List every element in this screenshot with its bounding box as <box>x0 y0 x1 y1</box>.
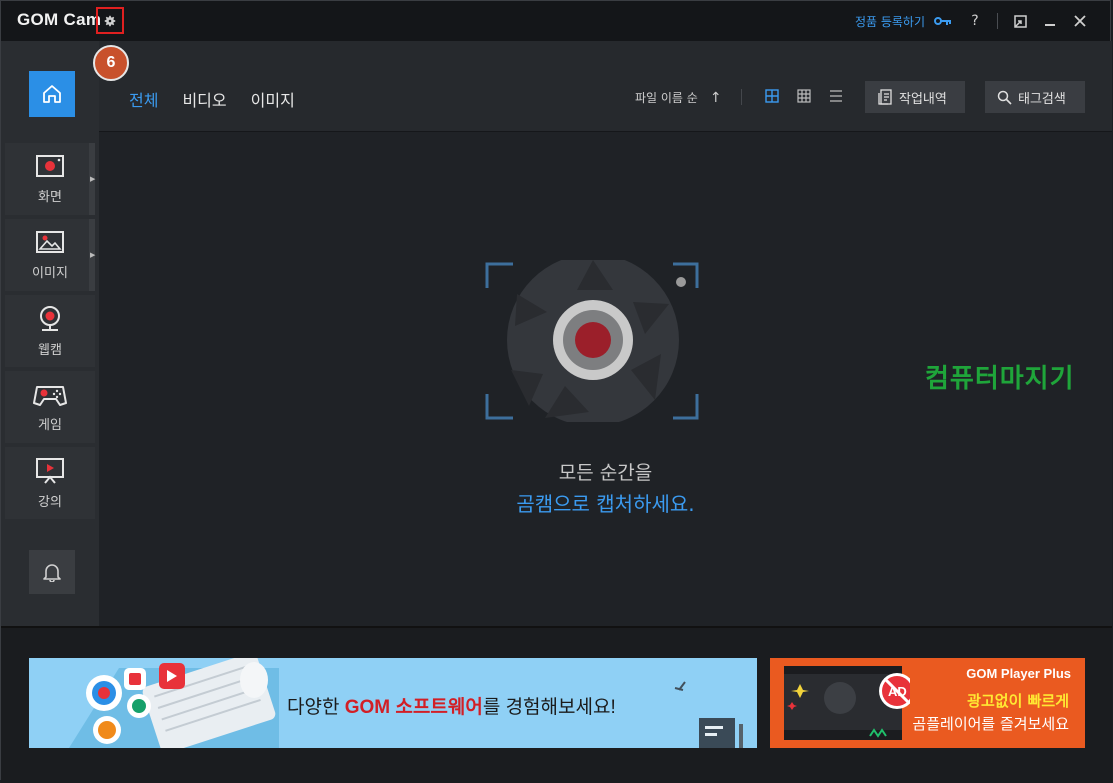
gom-software-banner[interactable]: 다양한 GOM 소프트웨어를 경험해보세요! <box>29 658 757 748</box>
tag-search-button[interactable]: 태그검색 <box>985 81 1085 113</box>
home-button[interactable] <box>29 71 75 117</box>
banner-text-highlight: GOM 소프트웨어 <box>344 697 483 718</box>
job-history-button[interactable]: 작업내역 <box>865 81 965 113</box>
gom-player-plus-brand: GOM Player Plus <box>966 666 1071 681</box>
sidebar-item-label: 이미지 <box>32 265 68 281</box>
camera-shutter-icon <box>485 260 699 422</box>
large-grid-icon <box>765 89 779 103</box>
notification-button[interactable] <box>29 550 75 594</box>
banner-text-suffix: 를 경험해보세요! <box>482 697 616 718</box>
gom-player-illustration: AD <box>784 666 910 740</box>
gear-icon <box>104 15 116 26</box>
header-divider <box>741 89 742 105</box>
list-view-button[interactable] <box>827 87 845 105</box>
notebook-illustration <box>674 681 743 748</box>
list-icon <box>830 90 842 102</box>
app-window: GOM Cam 정품 등록하기 ? 6 화면 ▶ 이미지 ▶ 웹캠 게임 강의 … <box>0 0 1112 783</box>
screen-record-icon <box>36 154 64 177</box>
gom-software-banner-text: 다양한 GOM 소프트웨어를 경험해보세요! <box>287 692 616 719</box>
tab-video[interactable]: 비디오 <box>182 87 226 111</box>
sidebar-item-image[interactable]: 이미지 ▶ <box>5 219 95 291</box>
empty-message-line1: 모든 순간을 <box>558 462 653 484</box>
banner-text-prefix: 다양한 <box>287 697 345 718</box>
screen-submenu-arrow[interactable]: ▶ <box>89 143 95 215</box>
sort-label: 파일 이름 순 <box>635 91 698 105</box>
title-bar-divider <box>997 13 998 29</box>
gamepad-icon <box>33 385 67 406</box>
chevron-right-icon: ▶ <box>90 175 96 183</box>
home-icon <box>43 85 61 103</box>
webcam-icon <box>40 305 60 331</box>
small-grid-icon <box>797 89 811 103</box>
small-grid-view-button[interactable] <box>795 87 813 105</box>
tab-image[interactable]: 이미지 <box>251 87 295 111</box>
content-area: 모든 순간을 곰캠으로 캡처하세요. 컴퓨터마지기 <box>99 132 1112 626</box>
sidebar-item-label: 화면 <box>38 189 62 205</box>
tab-all[interactable]: 전체 <box>129 87 158 111</box>
title-bar-controls: 정품 등록하기 ? <box>855 10 1092 32</box>
app-logo: GOM Cam <box>17 10 102 29</box>
compact-mode-icon <box>1013 14 1027 28</box>
settings-button[interactable] <box>96 7 124 34</box>
gom-player-plus-banner[interactable]: AD GOM Player Plus 광고없이 빠르게 곰플레이어를 즐겨보세요 <box>770 658 1085 748</box>
help-button[interactable]: ? <box>963 10 987 32</box>
filter-tabs: 전체 비디오 이미지 <box>129 87 295 111</box>
sidebar-item-game[interactable]: 게임 <box>5 371 95 443</box>
sidebar-item-label: 웹캠 <box>38 342 62 358</box>
view-mode-toggle <box>763 87 845 105</box>
sidebar-item-label: 게임 <box>38 417 62 433</box>
close-button[interactable] <box>1068 10 1092 32</box>
compact-mode-button[interactable] <box>1008 10 1032 32</box>
watermark-text: 컴퓨터마지기 <box>925 364 1075 394</box>
gom-player-plus-subline: 곰플레이어를 즐겨보세요 <box>912 715 1069 733</box>
lecture-icon <box>36 457 64 484</box>
job-history-label: 작업내역 <box>899 91 947 107</box>
sidebar: 화면 ▶ 이미지 ▶ 웹캠 게임 강의 <box>1 41 99 626</box>
sort-dropdown[interactable]: 파일 이름 순 ↑ <box>635 89 722 106</box>
sidebar-item-screen[interactable]: 화면 ▶ <box>5 143 95 215</box>
minimize-button[interactable] <box>1038 10 1062 32</box>
sort-ascending-icon[interactable]: ↑ <box>710 90 722 106</box>
bell-icon <box>43 564 61 582</box>
ad-banner-area: 다양한 GOM 소프트웨어를 경험해보세요! AD GOM Player Plu… <box>1 626 1112 783</box>
job-history-icon <box>878 89 892 105</box>
sidebar-item-webcam[interactable]: 웹캠 <box>5 295 95 367</box>
empty-message-line2: 곰캠으로 캡처하세요. <box>516 492 695 516</box>
image-icon <box>36 230 64 253</box>
software-collage-illustration <box>69 658 279 748</box>
sidebar-item-lecture[interactable]: 강의 <box>5 447 95 519</box>
minimize-icon <box>1045 24 1055 26</box>
title-bar: GOM Cam 정품 등록하기 ? <box>1 1 1110 41</box>
tag-search-label: 태그검색 <box>1018 91 1066 107</box>
sidebar-item-label: 강의 <box>38 494 62 510</box>
image-submenu-arrow[interactable]: ▶ <box>89 219 95 291</box>
step-annotation-badge: 6 <box>93 45 129 81</box>
register-link[interactable]: 정품 등록하기 <box>855 13 925 30</box>
large-grid-view-button[interactable] <box>763 87 781 105</box>
gom-player-plus-headline: 광고없이 빠르게 <box>967 692 1069 710</box>
ad-mark-text: AD <box>888 684 907 699</box>
search-icon <box>997 90 1012 105</box>
content-header: 전체 비디오 이미지 파일 이름 순 ↑ 작업내역 태그검색 <box>99 41 1112 132</box>
chevron-right-icon: ▶ <box>90 251 96 259</box>
close-icon <box>1074 15 1086 27</box>
key-icon[interactable] <box>931 10 955 32</box>
